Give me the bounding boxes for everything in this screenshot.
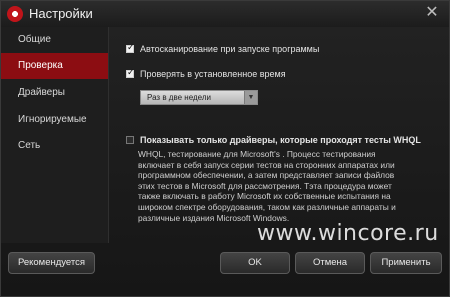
watermark: www.wincore.ru: [257, 221, 439, 246]
footer: Рекомендуется OK Отмена Применить: [1, 243, 449, 296]
autoscan-checkbox[interactable]: [126, 42, 135, 53]
sidebar-item-ignored[interactable]: Игнорируемые: [1, 107, 108, 133]
close-icon[interactable]: ✕: [423, 4, 441, 22]
app-logo-icon: [7, 6, 23, 22]
whql-checkbox[interactable]: [126, 136, 134, 144]
schedule-select-value: Раз в две недели: [147, 93, 211, 102]
sidebar-item-network[interactable]: Сеть: [1, 133, 108, 159]
settings-window: Настройки ✕ Общие Проверка Драйверы Игно…: [0, 0, 450, 297]
sidebar-item-general[interactable]: Общие: [1, 27, 108, 53]
cancel-button[interactable]: Отмена: [295, 252, 365, 274]
whql-label: Показывать только драйверы, которые прох…: [140, 135, 421, 145]
chevron-down-icon: ▼: [244, 91, 257, 104]
sidebar: Общие Проверка Драйверы Игнорируемые Сет…: [1, 27, 109, 243]
autoscan-label: Автосканирование при запуске программы: [140, 44, 320, 54]
recommended-button[interactable]: Рекомендуется: [8, 252, 95, 274]
window-title: Настройки: [29, 6, 93, 21]
ok-button[interactable]: OK: [220, 252, 290, 274]
schedule-select[interactable]: Раз в две недели ▼: [140, 90, 258, 105]
apply-button[interactable]: Применить: [370, 252, 442, 274]
settings-panel: Автосканирование при запуске программы П…: [108, 27, 449, 243]
title-bar: Настройки ✕: [1, 1, 449, 27]
whql-description: WHQL, тестирование для Microsoft's . Про…: [138, 149, 396, 223]
sidebar-item-scan[interactable]: Проверка: [1, 53, 108, 79]
sidebar-item-drivers[interactable]: Драйверы: [1, 80, 108, 106]
scheduled-scan-label: Проверять в установленное время: [140, 69, 286, 79]
scheduled-scan-checkbox[interactable]: [126, 67, 135, 78]
